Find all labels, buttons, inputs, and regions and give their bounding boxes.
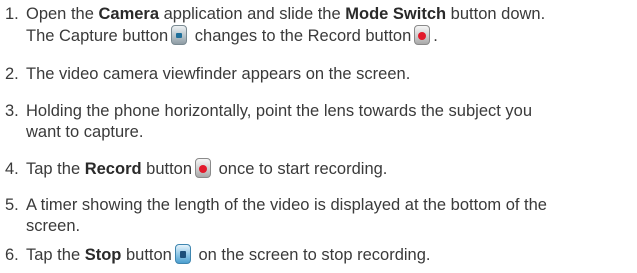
step-1-line-1: 1. Open the Camera application and slide … <box>5 4 633 25</box>
step-6: 6. Tap the Stop button on the screen to s… <box>5 244 633 266</box>
step-text: button <box>121 246 172 264</box>
record-label: Record <box>84 160 142 178</box>
step-5-line-1: 5. A timer showing the length of the vide… <box>5 195 633 216</box>
record-button-icon <box>195 158 212 178</box>
step-text: Open the <box>26 5 99 23</box>
stop-button-icon <box>174 244 191 264</box>
step-text: A timer showing the length of the video … <box>26 196 547 214</box>
step-number: 6. <box>5 246 19 264</box>
step-number: 2. <box>5 65 19 83</box>
step-6-line-1: 6. Tap the Stop button on the screen to s… <box>5 244 633 266</box>
step-number: 4. <box>5 160 19 178</box>
step-1-line-2: The Capture button changes to the Record… <box>5 25 633 47</box>
step-4-line-1: 4. Tap the Record button once to start re… <box>5 158 633 180</box>
step-text: Tap the <box>26 160 85 178</box>
step-text: . <box>433 27 438 45</box>
step-text: The Capture button <box>26 27 169 45</box>
step-3-line-1: 3. Holding the phone horizontally, point … <box>5 101 633 122</box>
step-number: 5. <box>5 196 19 214</box>
step-number: 1. <box>5 5 19 23</box>
step-text: button down. <box>446 5 546 23</box>
instruction-steps: 1. Open the Camera application and slide … <box>0 0 637 273</box>
step-text: once to start recording. <box>214 160 388 178</box>
step-text: changes to the Record button <box>190 27 412 45</box>
step-text: application and slide the <box>159 5 346 23</box>
step-text: screen. <box>26 217 81 235</box>
step-text: The video camera viewfinder appears on t… <box>26 65 411 83</box>
step-text: want to capture. <box>26 123 144 141</box>
step-text: Holding the phone horizontally, point th… <box>26 102 533 120</box>
step-5-line-2: screen. <box>5 216 633 237</box>
step-3-line-2: want to capture. <box>5 122 633 143</box>
step-text: button <box>141 160 193 178</box>
step-5: 5. A timer showing the length of the vide… <box>5 195 633 237</box>
stop-label: Stop <box>84 246 122 264</box>
step-text: on the screen to stop recording. <box>193 246 431 264</box>
step-4: 4. Tap the Record button once to start re… <box>5 158 633 180</box>
step-text: Tap the <box>26 246 85 264</box>
step-3: 3. Holding the phone horizontally, point … <box>5 101 633 143</box>
step-1: 1. Open the Camera application and slide … <box>5 4 633 47</box>
record-button-icon <box>414 25 431 45</box>
step-2-line-1: 2. The video camera viewfinder appears on… <box>5 64 633 85</box>
capture-button-icon <box>171 25 188 45</box>
mode-switch-label: Mode Switch <box>345 5 447 23</box>
step-2: 2. The video camera viewfinder appears on… <box>5 64 633 85</box>
app-name-camera: Camera <box>98 5 160 23</box>
step-number: 3. <box>5 102 19 120</box>
